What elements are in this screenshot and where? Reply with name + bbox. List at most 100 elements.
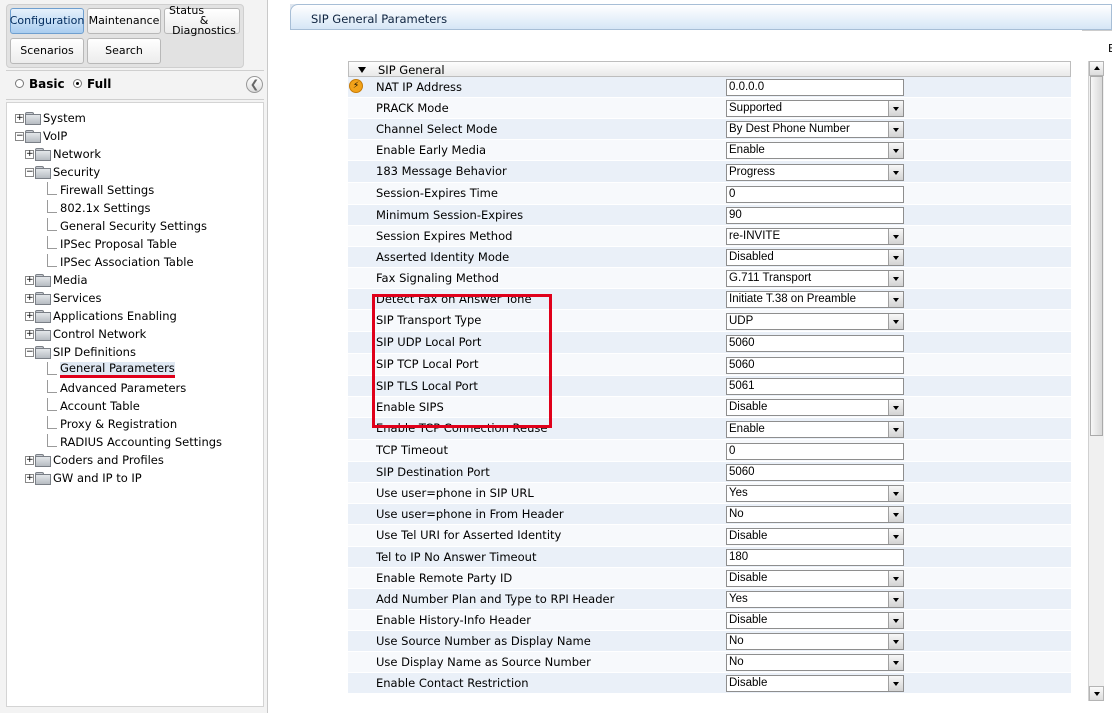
dropdown-arrow-icon[interactable]: [888, 271, 903, 286]
maintenance-tab[interactable]: Maintenance: [87, 8, 161, 34]
dropdown-arrow-icon[interactable]: [888, 592, 903, 607]
param-select[interactable]: Yes: [726, 485, 904, 502]
dropdown-arrow-icon[interactable]: [888, 655, 903, 670]
param-input[interactable]: 0: [726, 443, 904, 460]
param-input[interactable]: 180: [726, 549, 904, 566]
param-input[interactable]: 5060: [726, 335, 904, 352]
tree-item-media[interactable]: + Media: [25, 272, 88, 288]
dropdown-arrow-icon[interactable]: [888, 314, 903, 329]
dropdown-arrow-icon[interactable]: [888, 486, 903, 501]
dropdown-arrow-icon[interactable]: [888, 571, 903, 586]
param-input[interactable]: 90: [726, 207, 904, 224]
tree-item-general-security-settings[interactable]: General Security Settings: [47, 217, 207, 234]
param-value: By Dest Phone Number: [729, 123, 850, 135]
dropdown-arrow-icon[interactable]: [888, 250, 903, 265]
expand-plus-icon[interactable]: +: [25, 293, 34, 303]
expand-plus-icon[interactable]: +: [25, 275, 34, 285]
dropdown-arrow-icon[interactable]: [888, 400, 903, 415]
tree-item-control-network[interactable]: + Control Network: [25, 326, 146, 342]
tree-item-radius-accounting-settings[interactable]: RADIUS Accounting Settings: [47, 433, 222, 450]
status-diagnostics-tab[interactable]: Status & Diagnostics: [164, 5, 240, 36]
expand-plus-icon[interactable]: +: [25, 329, 34, 339]
dropdown-arrow-icon[interactable]: [888, 613, 903, 628]
tree-item-proxy-registration[interactable]: Proxy & Registration: [47, 415, 177, 432]
param-select[interactable]: No: [726, 633, 904, 650]
scroll-thumb[interactable]: [1090, 76, 1103, 436]
param-input[interactable]: 0: [726, 186, 904, 203]
expand-plus-icon[interactable]: +: [15, 113, 24, 123]
collapse-panel-button[interactable]: ❮: [246, 76, 263, 93]
param-select[interactable]: Disable: [726, 612, 904, 629]
tree-item-gw-and-ip-to-ip[interactable]: + GW and IP to IP: [25, 470, 142, 486]
expand-plus-icon[interactable]: +: [25, 149, 34, 159]
param-input[interactable]: 5060: [726, 464, 904, 481]
expand-plus-icon[interactable]: +: [25, 455, 34, 465]
tree-item-general-parameters[interactable]: General Parameters: [47, 361, 175, 378]
tree-item-services[interactable]: + Services: [25, 290, 102, 306]
dropdown-arrow-icon[interactable]: [888, 229, 903, 244]
dropdown-arrow-icon[interactable]: [888, 422, 903, 437]
scroll-down-arrow[interactable]: [1089, 686, 1104, 701]
param-select[interactable]: Supported: [726, 100, 904, 117]
section-header-sip-general[interactable]: SIP General: [348, 61, 1071, 77]
param-select[interactable]: Disable: [726, 528, 904, 545]
tree-item-firewall-settings[interactable]: Firewall Settings: [47, 181, 154, 198]
param-input[interactable]: 5060: [726, 357, 904, 374]
param-select[interactable]: Enable: [726, 421, 904, 438]
tree-item-applications-enabling[interactable]: + Applications Enabling: [25, 308, 177, 324]
param-row-nat-ip-address: ⚡ NAT IP Address 0.0.0.0: [348, 77, 1071, 98]
collapse-minus-icon[interactable]: −: [25, 347, 34, 357]
tree-item-802-1x-settings[interactable]: 802.1x Settings: [47, 199, 151, 216]
tree-item-sip-definitions[interactable]: − SIP Definitions: [25, 344, 136, 360]
param-row-sip-transport-type: SIP Transport Type UDP: [348, 310, 1071, 332]
param-select[interactable]: Disabled: [726, 249, 904, 266]
collapse-minus-icon[interactable]: −: [25, 167, 34, 177]
dropdown-arrow-icon[interactable]: [888, 507, 903, 522]
param-select[interactable]: re-INVITE: [726, 228, 904, 245]
param-label: SIP UDP Local Port: [376, 335, 482, 349]
param-select[interactable]: Disable: [726, 570, 904, 587]
configuration-tab[interactable]: Configuration: [10, 8, 84, 34]
param-select[interactable]: By Dest Phone Number: [726, 121, 904, 138]
tree-item-coders-and-profiles[interactable]: + Coders and Profiles: [25, 452, 164, 468]
dropdown-arrow-icon[interactable]: [888, 529, 903, 544]
section-title: SIP General: [378, 63, 445, 77]
expand-plus-icon[interactable]: +: [25, 473, 34, 483]
tree-item-advanced-parameters[interactable]: Advanced Parameters: [47, 379, 186, 396]
tree-item-voip[interactable]: − VoIP: [15, 128, 67, 144]
param-select[interactable]: Yes: [726, 591, 904, 608]
param-select[interactable]: UDP: [726, 313, 904, 330]
param-select[interactable]: No: [726, 506, 904, 523]
param-select[interactable]: Disable: [726, 399, 904, 416]
param-select[interactable]: Progress: [726, 164, 904, 181]
vertical-scrollbar[interactable]: [1088, 61, 1104, 701]
collapse-minus-icon[interactable]: −: [15, 131, 24, 141]
tree-item-ipsec-proposal-table[interactable]: IPSec Proposal Table: [47, 235, 177, 252]
tree-item-ipsec-association-table[interactable]: IPSec Association Table: [47, 253, 194, 270]
tree-item-network[interactable]: + Network: [25, 146, 101, 162]
param-select[interactable]: Enable: [726, 142, 904, 159]
collapse-triangle-icon: [358, 67, 366, 73]
scroll-up-arrow[interactable]: [1089, 61, 1104, 76]
param-select[interactable]: No: [726, 654, 904, 671]
dropdown-arrow-icon[interactable]: [888, 122, 903, 137]
param-input[interactable]: 0.0.0.0: [726, 79, 904, 96]
dropdown-arrow-icon[interactable]: [888, 165, 903, 180]
tree-item-account-table[interactable]: Account Table: [47, 397, 140, 414]
param-select[interactable]: Disable: [726, 675, 904, 692]
dropdown-arrow-icon[interactable]: [888, 292, 903, 307]
dropdown-arrow-icon[interactable]: [888, 634, 903, 649]
full-radio[interactable]: [73, 79, 82, 88]
param-select[interactable]: Initiate T.38 on Preamble: [726, 291, 904, 308]
param-input[interactable]: 5061: [726, 378, 904, 395]
dropdown-arrow-icon[interactable]: [888, 101, 903, 116]
expand-plus-icon[interactable]: +: [25, 311, 34, 321]
tree-item-system[interactable]: + System: [15, 110, 86, 126]
dropdown-arrow-icon[interactable]: [888, 143, 903, 158]
scenarios-tab[interactable]: Scenarios: [10, 38, 84, 64]
dropdown-arrow-icon[interactable]: [888, 676, 903, 691]
tree-item-security[interactable]: − Security: [25, 164, 100, 180]
basic-radio[interactable]: [15, 79, 24, 88]
search-tab[interactable]: Search: [87, 38, 161, 64]
param-select[interactable]: G.711 Transport: [726, 270, 904, 287]
